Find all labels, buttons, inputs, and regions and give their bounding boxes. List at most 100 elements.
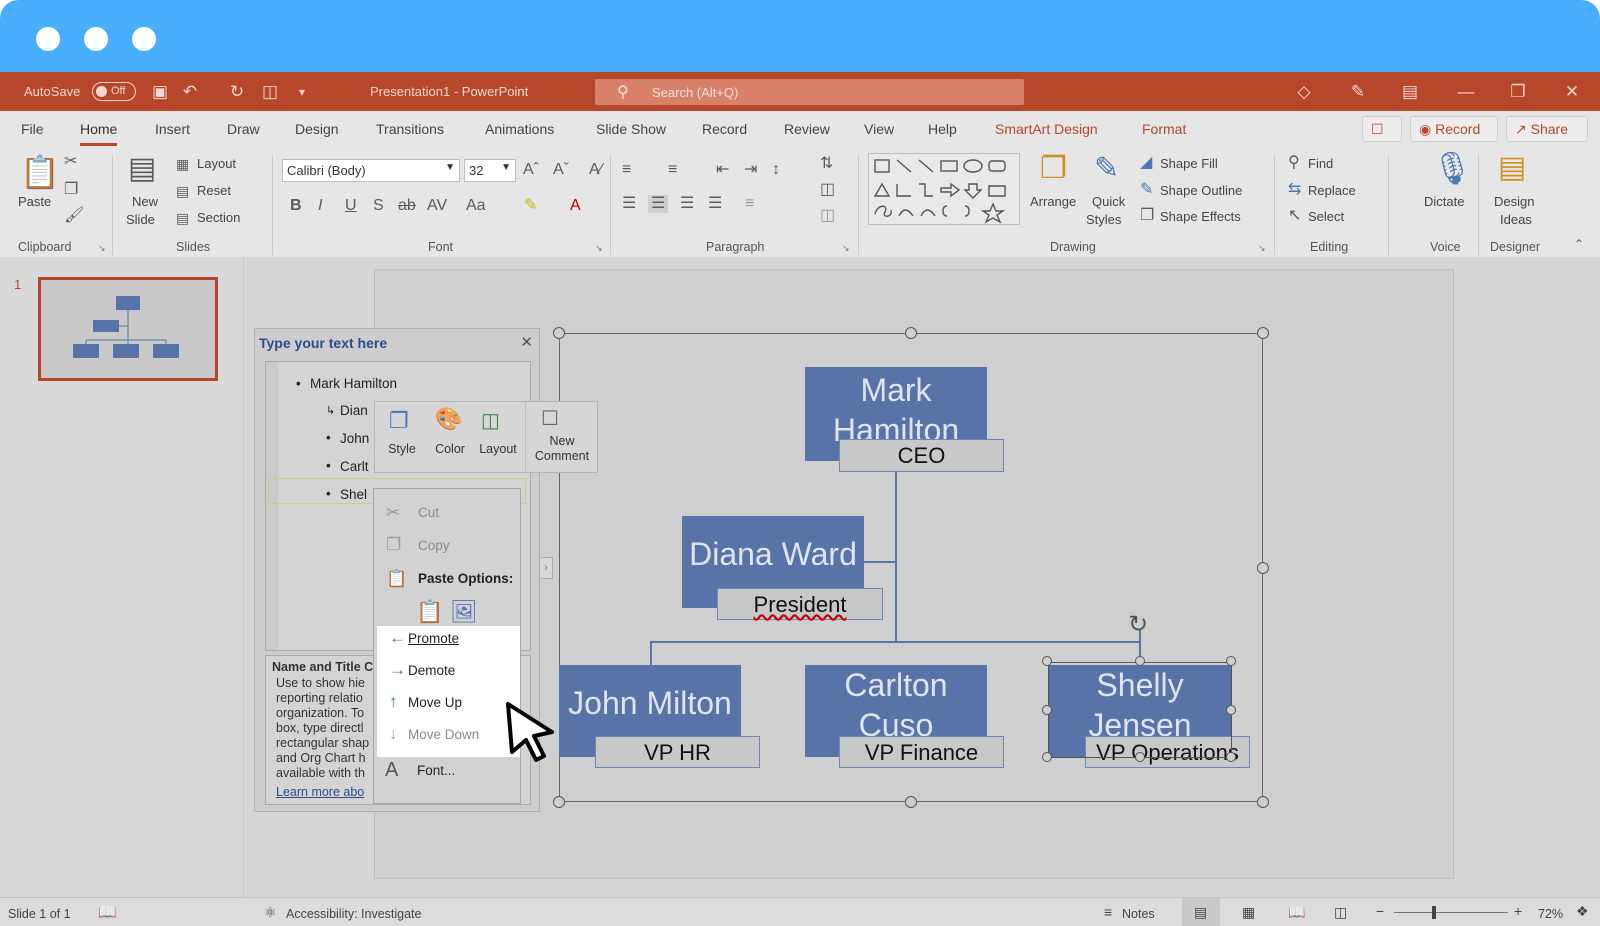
undo-icon[interactable]: ↶	[180, 82, 200, 102]
tab-help[interactable]: Help	[928, 121, 957, 137]
reading-view-icon[interactable]: 📖	[1288, 904, 1305, 921]
rotate-handle-icon[interactable]: ↻	[1128, 610, 1148, 639]
resize-handle[interactable]	[553, 327, 565, 339]
diamond-icon[interactable]: ◇	[1294, 82, 1314, 102]
new-slide-label-2[interactable]: Slide	[126, 212, 155, 227]
paste-picture-icon[interactable]: 🖼	[450, 599, 478, 625]
paste-label[interactable]: Paste	[18, 194, 51, 209]
section-button[interactable]: Section	[197, 210, 240, 225]
layout-label[interactable]: Layout	[473, 442, 523, 456]
shrink-font-icon[interactable]: Aˇ	[553, 161, 569, 179]
underline-icon[interactable]: U	[345, 197, 357, 215]
org-title-vp-hr[interactable]: VP HR	[595, 736, 760, 768]
resize-handle[interactable]	[1042, 656, 1052, 666]
window-dot[interactable]	[132, 27, 156, 51]
slide-sorter-icon[interactable]: ▦	[1242, 904, 1255, 921]
find-button[interactable]: Find	[1308, 156, 1333, 171]
org-title-vp-finance[interactable]: VP Finance	[839, 736, 1004, 768]
arrange-label[interactable]: Arrange	[1030, 194, 1076, 209]
highlight-icon[interactable]: ✎	[524, 197, 537, 215]
resize-handle[interactable]	[1135, 752, 1145, 762]
list-item[interactable]: John	[340, 431, 369, 446]
new-comment-label-2[interactable]: Comment	[525, 449, 599, 463]
resize-handle[interactable]	[1257, 327, 1269, 339]
new-comment-icon[interactable]: ☐	[541, 406, 559, 431]
layout-button[interactable]: Layout	[197, 156, 236, 171]
accessibility-status[interactable]: Accessibility: Investigate	[286, 907, 421, 921]
columns-icon[interactable]: ≡	[745, 195, 754, 213]
tab-view[interactable]: View	[864, 121, 894, 137]
new-slide-label-1[interactable]: New	[132, 194, 158, 209]
tab-insert[interactable]: Insert	[155, 121, 190, 137]
microphone-icon[interactable]: 🎙	[1432, 151, 1473, 185]
minimize-icon[interactable]: —	[1456, 82, 1476, 102]
shape-outline-button[interactable]: Shape Outline	[1160, 183, 1242, 198]
menu-item-move-down[interactable]: Move Down	[408, 727, 479, 742]
zoom-in-icon[interactable]: +	[1514, 903, 1522, 919]
italic-icon[interactable]: I	[318, 197, 322, 215]
menu-item-cut[interactable]: Cut	[418, 505, 439, 520]
quick-styles-label-2[interactable]: Styles	[1086, 212, 1121, 227]
resize-handle[interactable]	[1257, 562, 1269, 574]
clear-formatting-icon[interactable]: A∕	[589, 161, 602, 179]
normal-view-button[interactable]: ▤	[1182, 898, 1220, 926]
text-direction-icon[interactable]: ⇅	[820, 155, 833, 173]
tab-format[interactable]: Format	[1142, 121, 1186, 137]
align-left-icon[interactable]: ☰	[622, 195, 636, 213]
tab-file[interactable]: File	[21, 121, 44, 137]
zoom-out-icon[interactable]: −	[1376, 903, 1384, 919]
align-right-icon[interactable]: ☰	[680, 195, 694, 213]
slideshow-icon[interactable]: ◫	[1334, 904, 1347, 921]
replace-button[interactable]: Replace	[1308, 183, 1356, 198]
shadow-icon[interactable]: S	[373, 197, 384, 215]
tab-review[interactable]: Review	[784, 121, 830, 137]
dictate-label[interactable]: Dictate	[1424, 194, 1464, 209]
replace-icon[interactable]: ⇆	[1288, 181, 1301, 199]
find-icon[interactable]: ⚲	[1288, 154, 1300, 172]
style-label[interactable]: Style	[379, 442, 425, 456]
new-slide-icon[interactable]: ▤	[128, 153, 156, 185]
search-input[interactable]: ⚲ Search (Alt+Q)	[595, 79, 1024, 105]
close-icon[interactable]: ✕	[520, 333, 533, 351]
shapes-gallery[interactable]	[868, 153, 1020, 225]
change-case-icon[interactable]: Aa	[466, 197, 486, 215]
list-item[interactable]: Carlt	[340, 459, 369, 474]
resize-handle[interactable]	[905, 327, 917, 339]
menu-item-copy[interactable]: Copy	[418, 538, 450, 553]
window-dot[interactable]	[84, 27, 108, 51]
close-icon[interactable]: ✕	[1562, 82, 1582, 102]
font-size-select[interactable]: 32 ▼	[464, 159, 516, 182]
shape-effects-icon[interactable]: ❐	[1140, 207, 1154, 225]
tab-smartart-design[interactable]: SmartArt Design	[995, 121, 1098, 137]
chevron-right-icon[interactable]: ›	[539, 557, 553, 579]
tab-draw[interactable]: Draw	[227, 121, 260, 137]
menu-item-move-up[interactable]: Move Up	[408, 695, 462, 710]
increase-indent-icon[interactable]: ⇥	[744, 161, 757, 179]
spell-check-icon[interactable]: 📖	[98, 903, 117, 921]
menu-item-promote[interactable]: Promote	[408, 631, 459, 646]
list-item[interactable]: Mark Hamilton	[310, 376, 397, 391]
reset-button[interactable]: Reset	[197, 183, 231, 198]
justify-icon[interactable]: ☰	[708, 195, 722, 213]
notes-button[interactable]: Notes	[1122, 907, 1155, 921]
align-center-icon[interactable]: ☰	[648, 195, 669, 213]
zoom-slider[interactable]	[1394, 912, 1508, 913]
list-item[interactable]: Dian	[340, 403, 368, 418]
dialog-launcher-icon[interactable]: ↘	[1258, 243, 1266, 254]
resize-handle[interactable]	[905, 796, 917, 808]
tab-transitions[interactable]: Transitions	[376, 121, 444, 137]
resize-handle[interactable]	[1226, 656, 1236, 666]
cut-icon[interactable]: ✂	[64, 153, 77, 171]
customize-icon[interactable]: ▾	[292, 82, 312, 102]
arrange-icon[interactable]: ❐	[1040, 153, 1067, 185]
color-label[interactable]: Color	[427, 442, 473, 456]
tab-animations[interactable]: Animations	[485, 121, 554, 137]
palette-icon[interactable]: 🎨	[435, 406, 462, 432]
select-button[interactable]: Select	[1308, 209, 1344, 224]
resize-handle[interactable]	[1042, 705, 1052, 715]
save-icon[interactable]: ▣	[150, 82, 170, 102]
restore-icon[interactable]: ❐	[1508, 82, 1528, 102]
font-color-icon[interactable]: A	[570, 197, 581, 215]
zoom-level[interactable]: 72%	[1538, 907, 1563, 921]
tab-slide-show[interactable]: Slide Show	[596, 121, 666, 137]
